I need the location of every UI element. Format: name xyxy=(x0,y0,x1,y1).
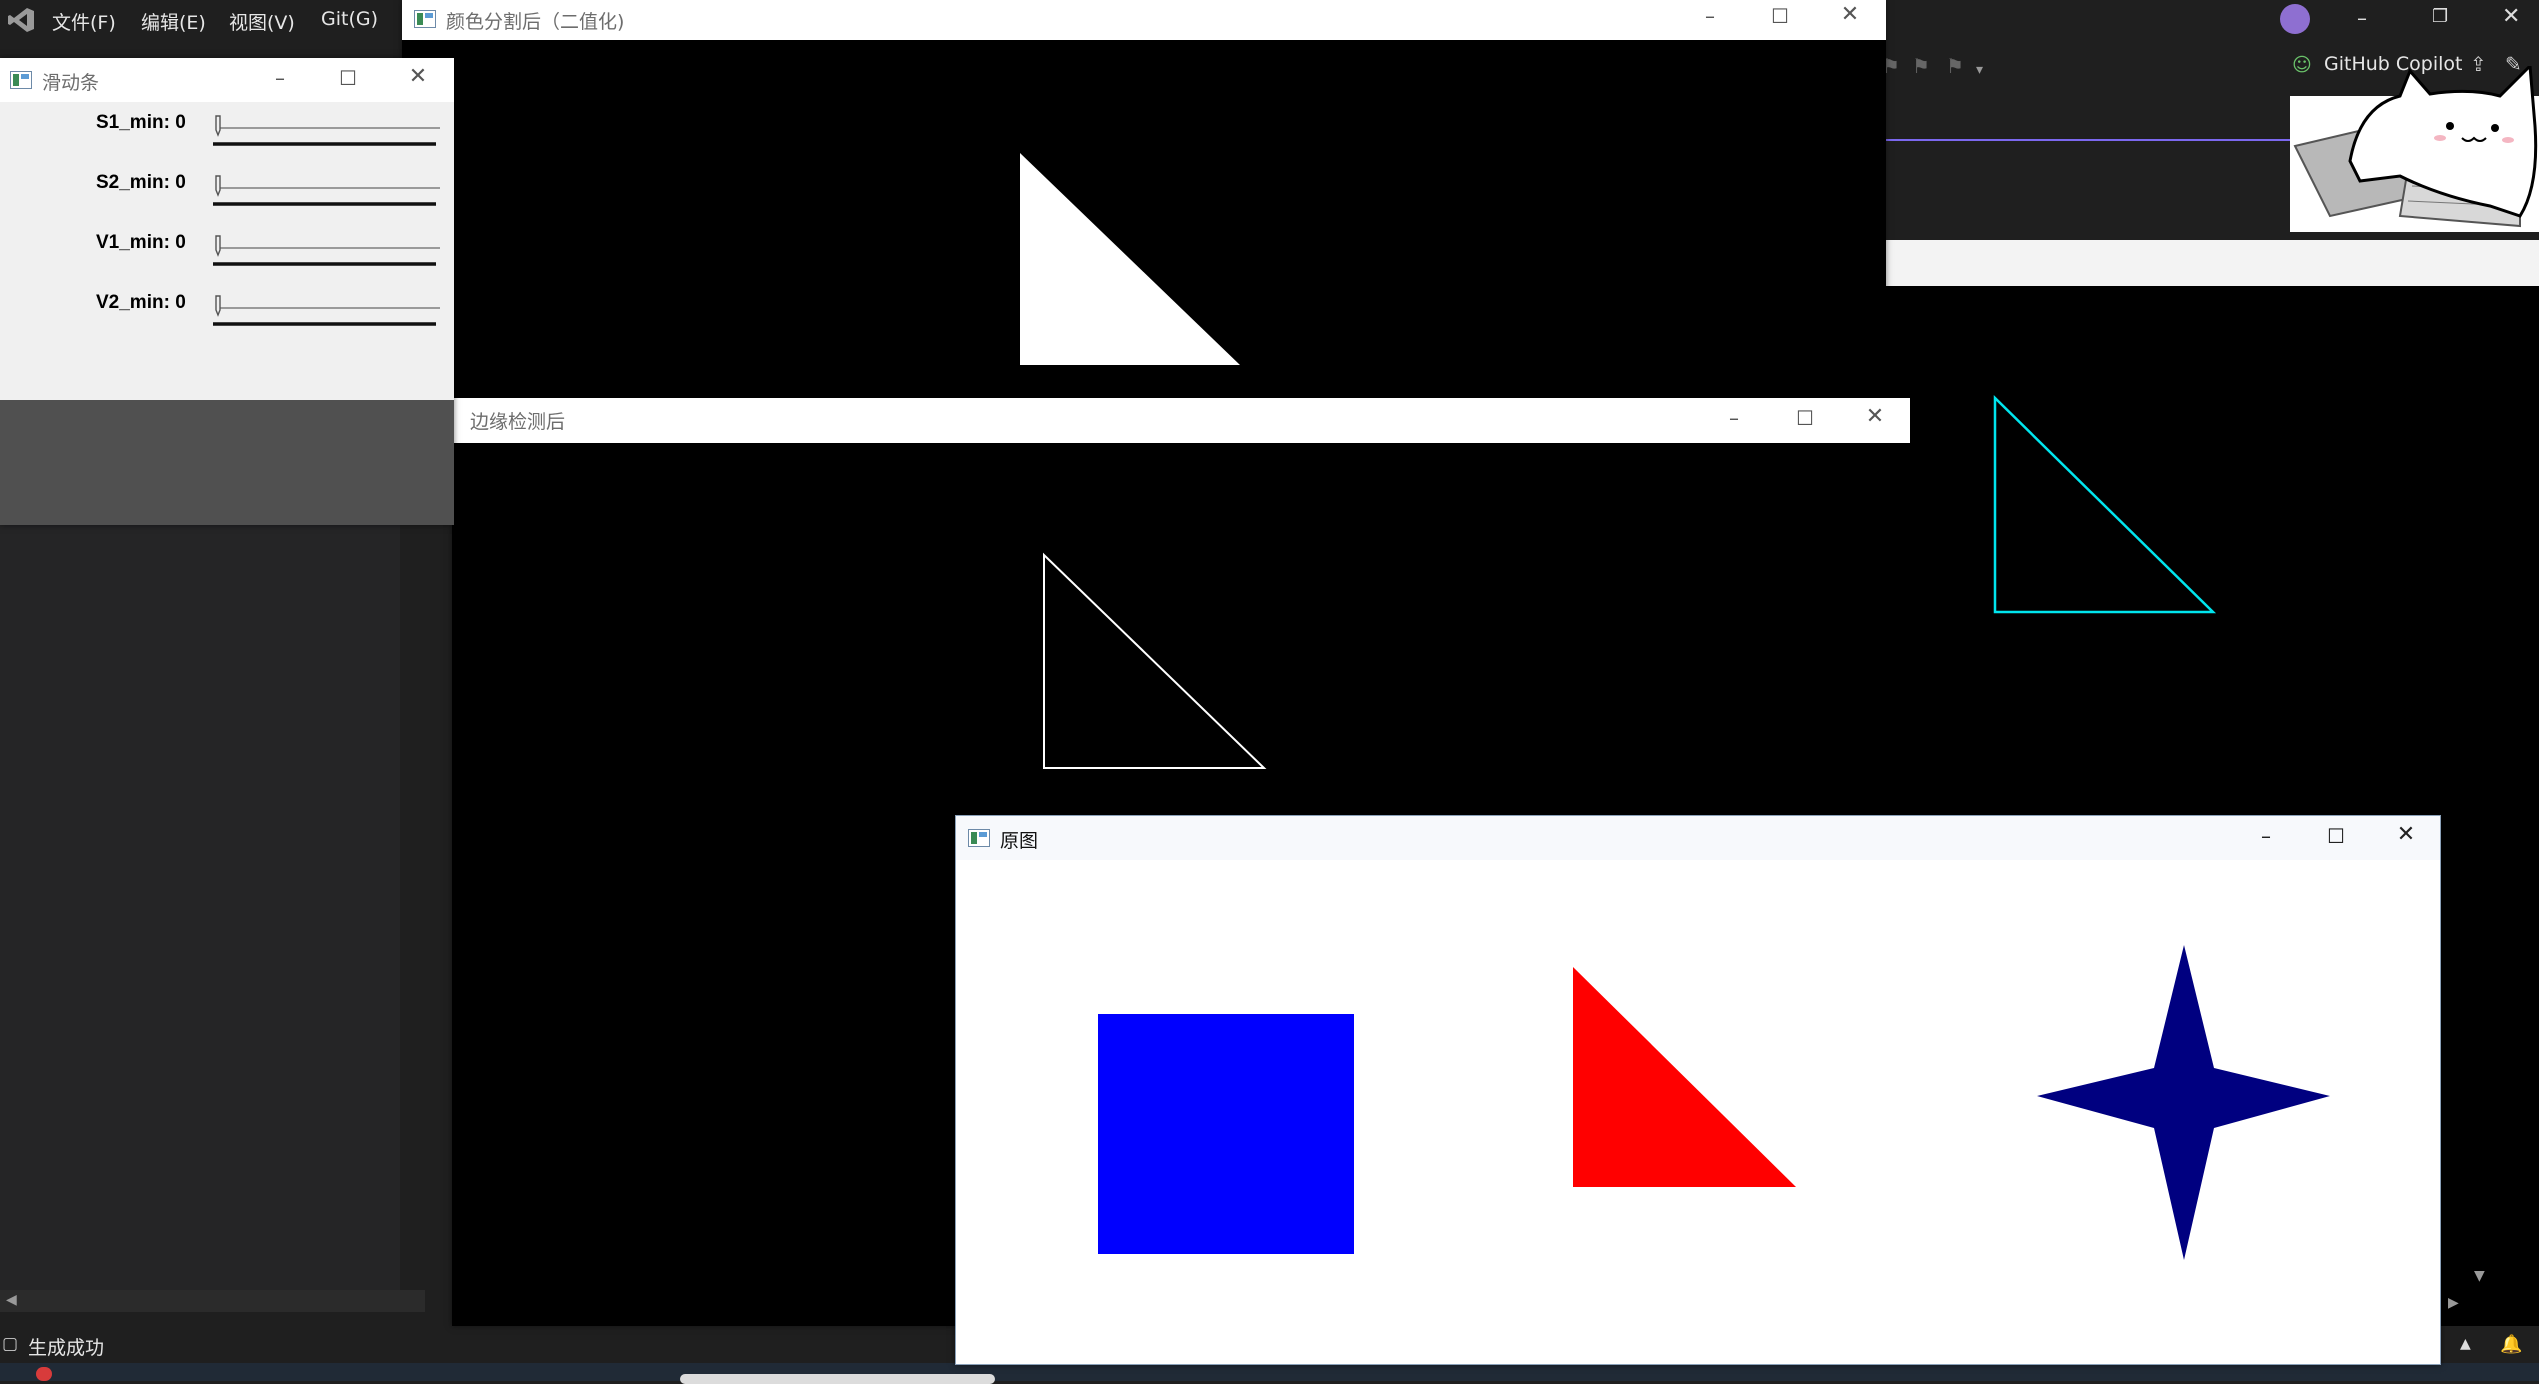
red-triangle xyxy=(1573,967,1796,1187)
status-text: 生成成功 xyxy=(28,1337,105,1359)
opencv-window-icon xyxy=(968,829,990,847)
close-icon[interactable]: ✕ xyxy=(2386,822,2426,847)
tray-up-icon[interactable]: ▲ xyxy=(2460,1336,2471,1352)
scroll-left-icon[interactable]: ◀ xyxy=(6,1292,17,1308)
original-canvas xyxy=(1098,945,2330,1260)
slider-thumb[interactable] xyxy=(215,115,221,137)
ide-solution-panel xyxy=(0,525,400,1293)
close-icon[interactable]: ✕ xyxy=(1855,404,1895,429)
trackbar-title: 滑动条 xyxy=(42,72,100,94)
slider-thumb[interactable] xyxy=(215,295,221,317)
navy-star xyxy=(2037,945,2330,1260)
edge-triangle xyxy=(1043,552,1267,769)
edge-title: 边缘检测后 xyxy=(470,411,566,433)
slider-v1[interactable] xyxy=(210,228,446,268)
edge-titlebar[interactable]: 边缘检测后 – ☐ ✕ xyxy=(452,398,1910,443)
right-panel-band xyxy=(1885,240,2539,286)
scroll-down-icon[interactable]: ▼ xyxy=(2474,1268,2485,1284)
opencv-window-icon xyxy=(414,10,436,28)
taskbar-badge-icon xyxy=(36,1367,52,1381)
menu-file[interactable]: 文件(F) xyxy=(52,8,116,35)
slider-thumb[interactable] xyxy=(215,175,221,197)
original-titlebar[interactable]: 原图 – ☐ ✕ xyxy=(956,816,2440,860)
trackbar-panel: S1_min: 0 S2_min: 0 V1_min: 0 V2_min: 0 xyxy=(0,102,454,400)
bookmark-next-icon[interactable]: ⚑ xyxy=(1946,54,1964,78)
visual-studio-logo-icon xyxy=(8,8,34,32)
os-taskbar xyxy=(0,1363,2539,1381)
ide-close-icon[interactable]: ✕ xyxy=(2502,4,2520,29)
menu-git[interactable]: Git(G) xyxy=(321,8,378,30)
slider-label-v1: V1_min: 0 xyxy=(96,232,186,253)
scroll-right-icon[interactable]: ▶ xyxy=(2448,1295,2459,1311)
slider-label-v2: V2_min: 0 xyxy=(96,292,186,313)
minimize-icon[interactable]: – xyxy=(260,66,300,90)
close-icon[interactable]: ✕ xyxy=(398,64,438,89)
maximize-icon[interactable]: ☐ xyxy=(328,66,368,90)
cat-sticker-image xyxy=(2290,66,2539,232)
slider-s2[interactable] xyxy=(210,168,446,208)
maximize-icon[interactable]: ☐ xyxy=(1785,406,1825,430)
toolbar-overflow-icon[interactable]: ▾ xyxy=(1976,62,1983,78)
binary-title: 颜色分割后（二值化) xyxy=(446,11,625,33)
taskbar-search-pill[interactable] xyxy=(680,1374,995,1384)
menu-edit[interactable]: 编辑(E) xyxy=(141,8,206,35)
original-window: 原图 – ☐ ✕ xyxy=(955,815,2441,1365)
binary-titlebar[interactable]: 颜色分割后（二值化) – ☐ ✕ xyxy=(402,0,1886,40)
original-title: 原图 xyxy=(1000,830,1039,852)
close-icon[interactable]: ✕ xyxy=(1830,2,1870,27)
opencv-window-icon xyxy=(10,71,32,89)
ide-horizontal-scrollbar[interactable]: ◀ xyxy=(0,1290,425,1312)
account-avatar-icon[interactable] xyxy=(2280,4,2310,34)
notification-icon[interactable]: 🔔 xyxy=(2500,1334,2522,1355)
slider-label-s1: S1_min: 0 xyxy=(96,112,186,133)
slider-s1[interactable] xyxy=(210,108,446,148)
binary-canvas xyxy=(1020,153,1240,365)
progress-line xyxy=(1885,139,2295,141)
maximize-icon[interactable]: ☐ xyxy=(1760,4,1800,28)
status-icon: ▢ xyxy=(2,1334,19,1354)
ide-restore-icon[interactable]: ❐ xyxy=(2432,6,2448,27)
minimize-icon[interactable]: – xyxy=(2246,824,2286,848)
minimize-icon[interactable]: – xyxy=(1690,4,1730,28)
ide-minimize-icon[interactable]: – xyxy=(2357,6,2367,30)
slider-label-s2: S2_min: 0 xyxy=(96,172,186,193)
maximize-icon[interactable]: ☐ xyxy=(2316,824,2356,848)
bookmark-prev-icon[interactable]: ⚑ xyxy=(1912,54,1930,78)
trackbar-window: 滑动条 – ☐ ✕ S1_min: 0 S2_min: 0 V1_min: 0 … xyxy=(0,58,454,525)
binary-window: 颜色分割后（二值化) – ☐ ✕ xyxy=(402,0,1886,420)
binary-triangle xyxy=(1020,153,1240,365)
blue-square xyxy=(1098,1014,1354,1254)
slider-v2[interactable] xyxy=(210,288,446,328)
slider-thumb[interactable] xyxy=(215,235,221,257)
menu-view[interactable]: 视图(V) xyxy=(229,8,295,35)
contour-triangle xyxy=(1993,395,2217,614)
trackbar-titlebar[interactable]: 滑动条 – ☐ ✕ xyxy=(0,58,454,102)
minimize-icon[interactable]: – xyxy=(1714,406,1754,430)
